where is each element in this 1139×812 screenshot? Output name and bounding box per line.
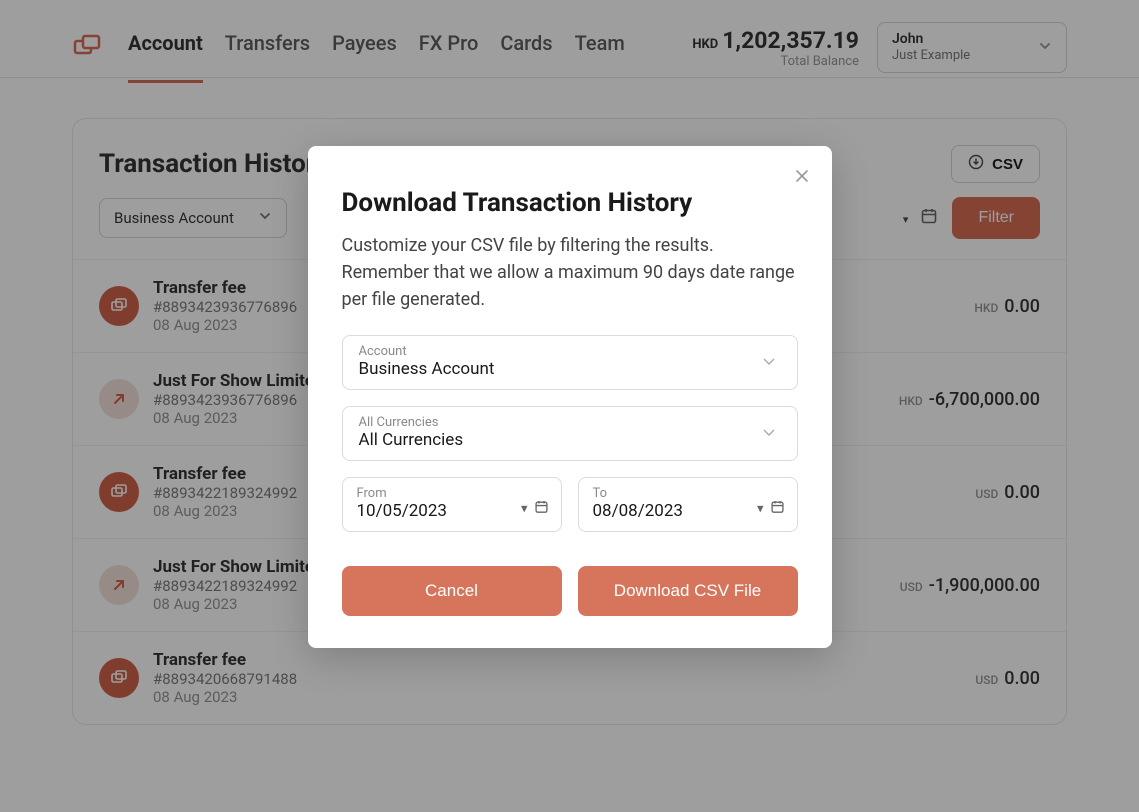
modal-description: Customize your CSV file by filtering the… — [342, 232, 798, 313]
modal-account-select[interactable]: Account Business Account — [342, 335, 798, 390]
modal-from-label: From — [357, 486, 547, 501]
dropdown-caret-icon: ▾ — [521, 501, 528, 516]
modal-account-label: Account — [359, 344, 781, 359]
modal-to-label: To — [593, 486, 783, 501]
modal-from-date[interactable]: From 10/05/2023 ▾ — [342, 477, 562, 532]
download-csv-modal: Download Transaction History Customize y… — [308, 146, 832, 648]
close-icon[interactable] — [790, 164, 814, 188]
chevron-down-icon — [759, 351, 779, 375]
modal-title: Download Transaction History — [342, 188, 798, 218]
modal-currency-label: All Currencies — [359, 415, 781, 430]
modal-overlay[interactable]: Download Transaction History Customize y… — [0, 0, 1139, 812]
calendar-icon — [770, 499, 785, 518]
chevron-down-icon — [759, 422, 779, 446]
download-csv-button[interactable]: Download CSV File — [578, 566, 798, 616]
modal-currency-select[interactable]: All Currencies All Currencies — [342, 406, 798, 461]
modal-account-value: Business Account — [359, 359, 781, 379]
modal-to-date[interactable]: To 08/08/2023 ▾ — [578, 477, 798, 532]
cancel-button[interactable]: Cancel — [342, 566, 562, 616]
dropdown-caret-icon: ▾ — [757, 501, 764, 516]
modal-currency-value: All Currencies — [359, 430, 781, 450]
modal-to-value: 08/08/2023 — [593, 501, 783, 521]
modal-from-value: 10/05/2023 — [357, 501, 547, 521]
calendar-icon — [534, 499, 549, 518]
